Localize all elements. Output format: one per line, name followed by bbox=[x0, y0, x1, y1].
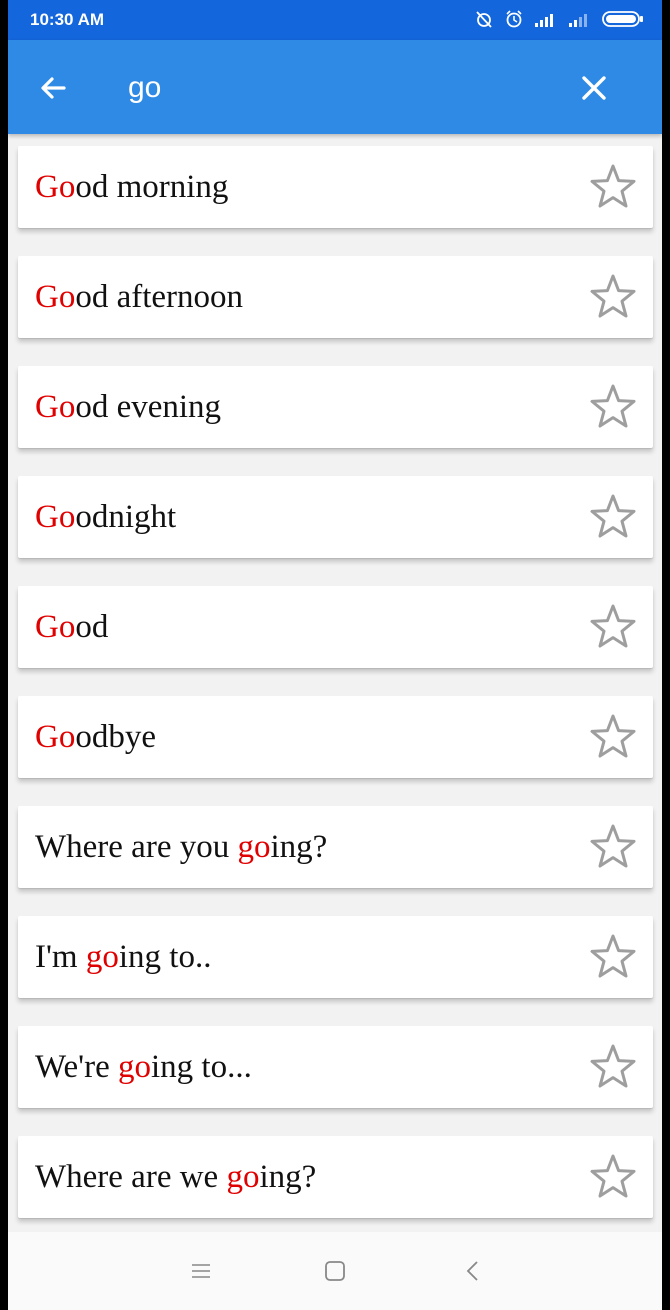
battery-icon bbox=[602, 11, 643, 27]
close-icon bbox=[582, 76, 606, 100]
star-outline-icon bbox=[590, 934, 636, 978]
star-outline-icon bbox=[590, 1044, 636, 1088]
result-phrase: Good morning bbox=[35, 146, 228, 228]
phrase-match-highlight: go bbox=[226, 1159, 260, 1195]
app-screen: 10:30 AM go Good morning Good afternoon … bbox=[8, 0, 662, 1310]
result-item[interactable]: Good afternoon bbox=[18, 256, 653, 338]
result-phrase: Goodnight bbox=[35, 476, 176, 558]
result-item[interactable]: Goodbye bbox=[18, 696, 653, 778]
phrase-suffix: odbye bbox=[75, 719, 156, 755]
star-outline-icon bbox=[590, 384, 636, 428]
phrase-match-highlight: Go bbox=[35, 609, 76, 645]
phrase-suffix: od bbox=[75, 609, 109, 645]
result-phrase: I'm going to.. bbox=[35, 916, 211, 998]
status-bar: 10:30 AM bbox=[8, 0, 662, 40]
result-item[interactable]: Good morning bbox=[18, 146, 653, 228]
signal-strength-icon bbox=[535, 14, 553, 27]
star-outline-icon bbox=[590, 274, 636, 318]
alarm-clock-icon bbox=[506, 10, 522, 28]
phrase-prefix: Where are you bbox=[35, 829, 238, 865]
phrase-match-highlight: go bbox=[85, 939, 119, 975]
phrase-suffix: od evening bbox=[75, 389, 222, 425]
favorite-star-button[interactable] bbox=[589, 1153, 637, 1201]
phrase-match-highlight: Go bbox=[35, 719, 76, 755]
menu-icon bbox=[192, 1264, 210, 1278]
star-outline-icon bbox=[590, 164, 636, 208]
search-toolbar bbox=[8, 40, 662, 134]
alarm-off-icon bbox=[476, 11, 492, 28]
phrase-suffix: od afternoon bbox=[75, 279, 244, 315]
phrase-prefix: Where are we bbox=[35, 1159, 227, 1195]
star-outline-icon bbox=[590, 714, 636, 758]
phrase-match-highlight: go bbox=[117, 1049, 151, 1085]
home-nav-button[interactable] bbox=[322, 1258, 348, 1284]
favorite-star-button[interactable] bbox=[589, 273, 637, 321]
favorite-star-button[interactable] bbox=[589, 933, 637, 981]
phrase-prefix: I'm bbox=[35, 939, 86, 975]
clear-search-button[interactable] bbox=[574, 68, 614, 108]
status-time: 10:30 AM bbox=[30, 10, 105, 29]
signal-strength-2-icon bbox=[569, 14, 587, 27]
favorite-star-button[interactable] bbox=[589, 1043, 637, 1091]
favorite-star-button[interactable] bbox=[589, 493, 637, 541]
result-phrase: Where are we going? bbox=[35, 1136, 316, 1218]
phrase-match-highlight: Go bbox=[35, 389, 76, 425]
back-button[interactable] bbox=[34, 68, 74, 108]
phrase-match-highlight: go bbox=[237, 829, 271, 865]
result-phrase: Good afternoon bbox=[35, 256, 243, 338]
result-item[interactable]: We're going to... bbox=[18, 1026, 653, 1108]
result-item[interactable]: Good evening bbox=[18, 366, 653, 448]
result-phrase: Where are you going? bbox=[35, 806, 327, 888]
result-item[interactable]: Where are you going? bbox=[18, 806, 653, 888]
result-phrase: We're going to... bbox=[35, 1026, 252, 1108]
system-nav-bar bbox=[8, 1232, 662, 1310]
phrase-match-highlight: Go bbox=[35, 279, 76, 315]
favorite-star-button[interactable] bbox=[589, 823, 637, 871]
favorite-star-button[interactable] bbox=[589, 713, 637, 761]
results-list: Good morning Good afternoon Good evening Go… bbox=[18, 146, 653, 1246]
phrase-suffix: ing? bbox=[259, 1159, 317, 1195]
favorite-star-button[interactable] bbox=[589, 603, 637, 651]
star-outline-icon bbox=[590, 494, 636, 538]
phrase-suffix: od morning bbox=[75, 169, 229, 205]
phrase-prefix: We're bbox=[35, 1049, 118, 1085]
result-item[interactable]: Where are we going? bbox=[18, 1136, 653, 1218]
phrase-suffix: ing to.. bbox=[118, 939, 212, 975]
phrase-suffix: ing? bbox=[270, 829, 328, 865]
chevron-left-icon bbox=[466, 1261, 478, 1281]
menu-nav-button[interactable] bbox=[188, 1258, 214, 1284]
home-square-icon bbox=[325, 1261, 345, 1281]
favorite-star-button[interactable] bbox=[589, 163, 637, 211]
result-phrase: Good bbox=[35, 586, 108, 668]
result-phrase: Good evening bbox=[35, 366, 221, 448]
phrase-match-highlight: Go bbox=[35, 169, 76, 205]
back-nav-button[interactable] bbox=[460, 1258, 486, 1284]
status-icons bbox=[474, 9, 644, 29]
star-outline-icon bbox=[590, 824, 636, 868]
search-input[interactable] bbox=[112, 66, 564, 110]
phrase-match-highlight: Go bbox=[35, 499, 76, 535]
star-outline-icon bbox=[590, 604, 636, 648]
result-item[interactable]: Goodnight bbox=[18, 476, 653, 558]
result-item[interactable]: Good bbox=[18, 586, 653, 668]
arrow-back-icon bbox=[41, 77, 66, 99]
result-phrase: Goodbye bbox=[35, 696, 156, 778]
phrase-suffix: ing to... bbox=[150, 1049, 252, 1085]
result-item[interactable]: I'm going to.. bbox=[18, 916, 653, 998]
favorite-star-button[interactable] bbox=[589, 383, 637, 431]
star-outline-icon bbox=[590, 1154, 636, 1198]
phrase-suffix: odnight bbox=[75, 499, 177, 535]
